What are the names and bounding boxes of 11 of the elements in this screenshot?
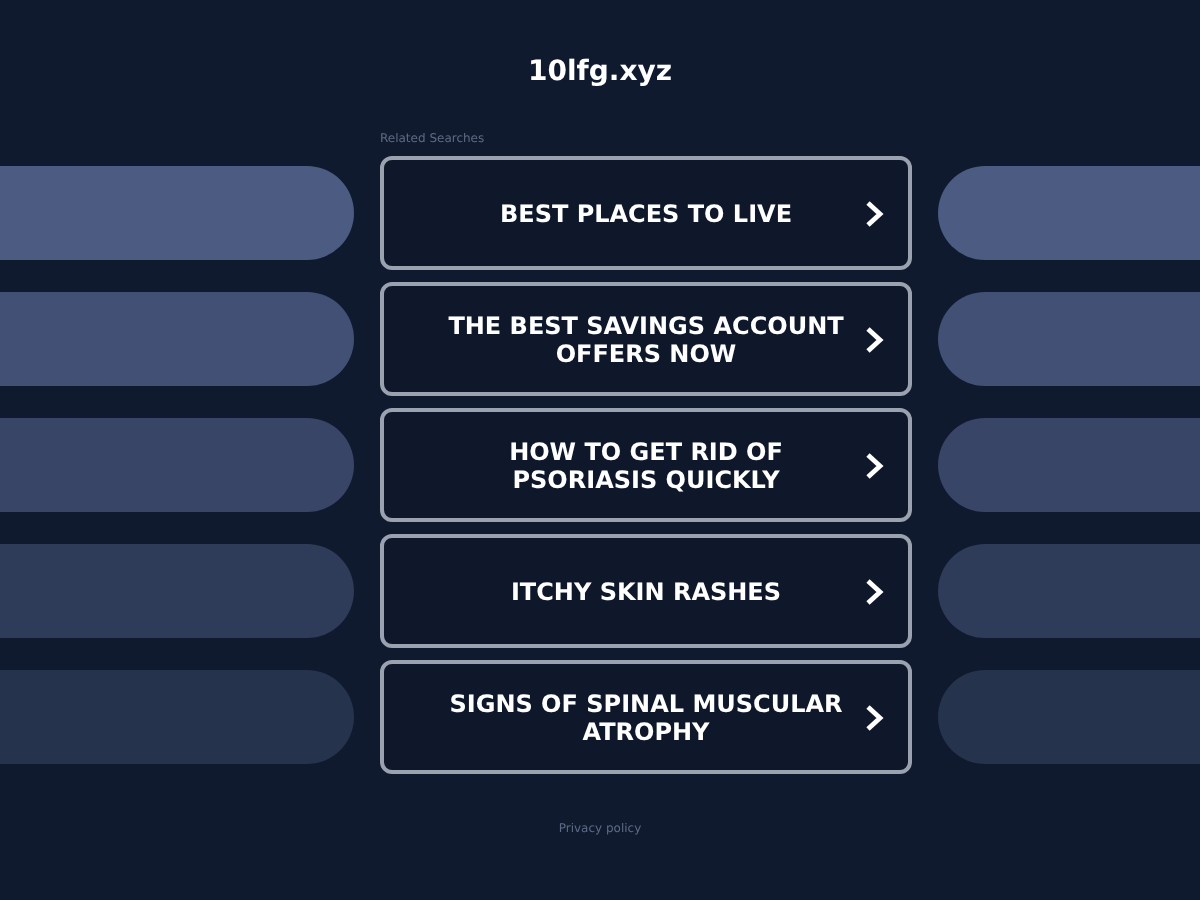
chevron-right-icon	[864, 703, 884, 731]
site-title: 10lfg.xyz	[527, 56, 673, 92]
search-link-button[interactable]: HOW TO GET RID OF PSORIASIS QUICKLY	[380, 408, 912, 522]
search-link-button[interactable]: THE BEST SAVINGS ACCOUNT OFFERS NOW	[380, 282, 912, 396]
search-link-button[interactable]: ITCHY SKIN RASHES	[380, 534, 912, 648]
chevron-right-icon	[864, 325, 884, 353]
chevron-right-icon	[864, 451, 884, 479]
search-link-button[interactable]: SIGNS OF SPINAL MUSCULAR ATROPHY	[380, 660, 912, 774]
search-link-button[interactable]: BEST PLACES TO LIVE	[380, 156, 912, 270]
chevron-right-icon	[864, 199, 884, 227]
chevron-right-icon	[864, 577, 884, 605]
